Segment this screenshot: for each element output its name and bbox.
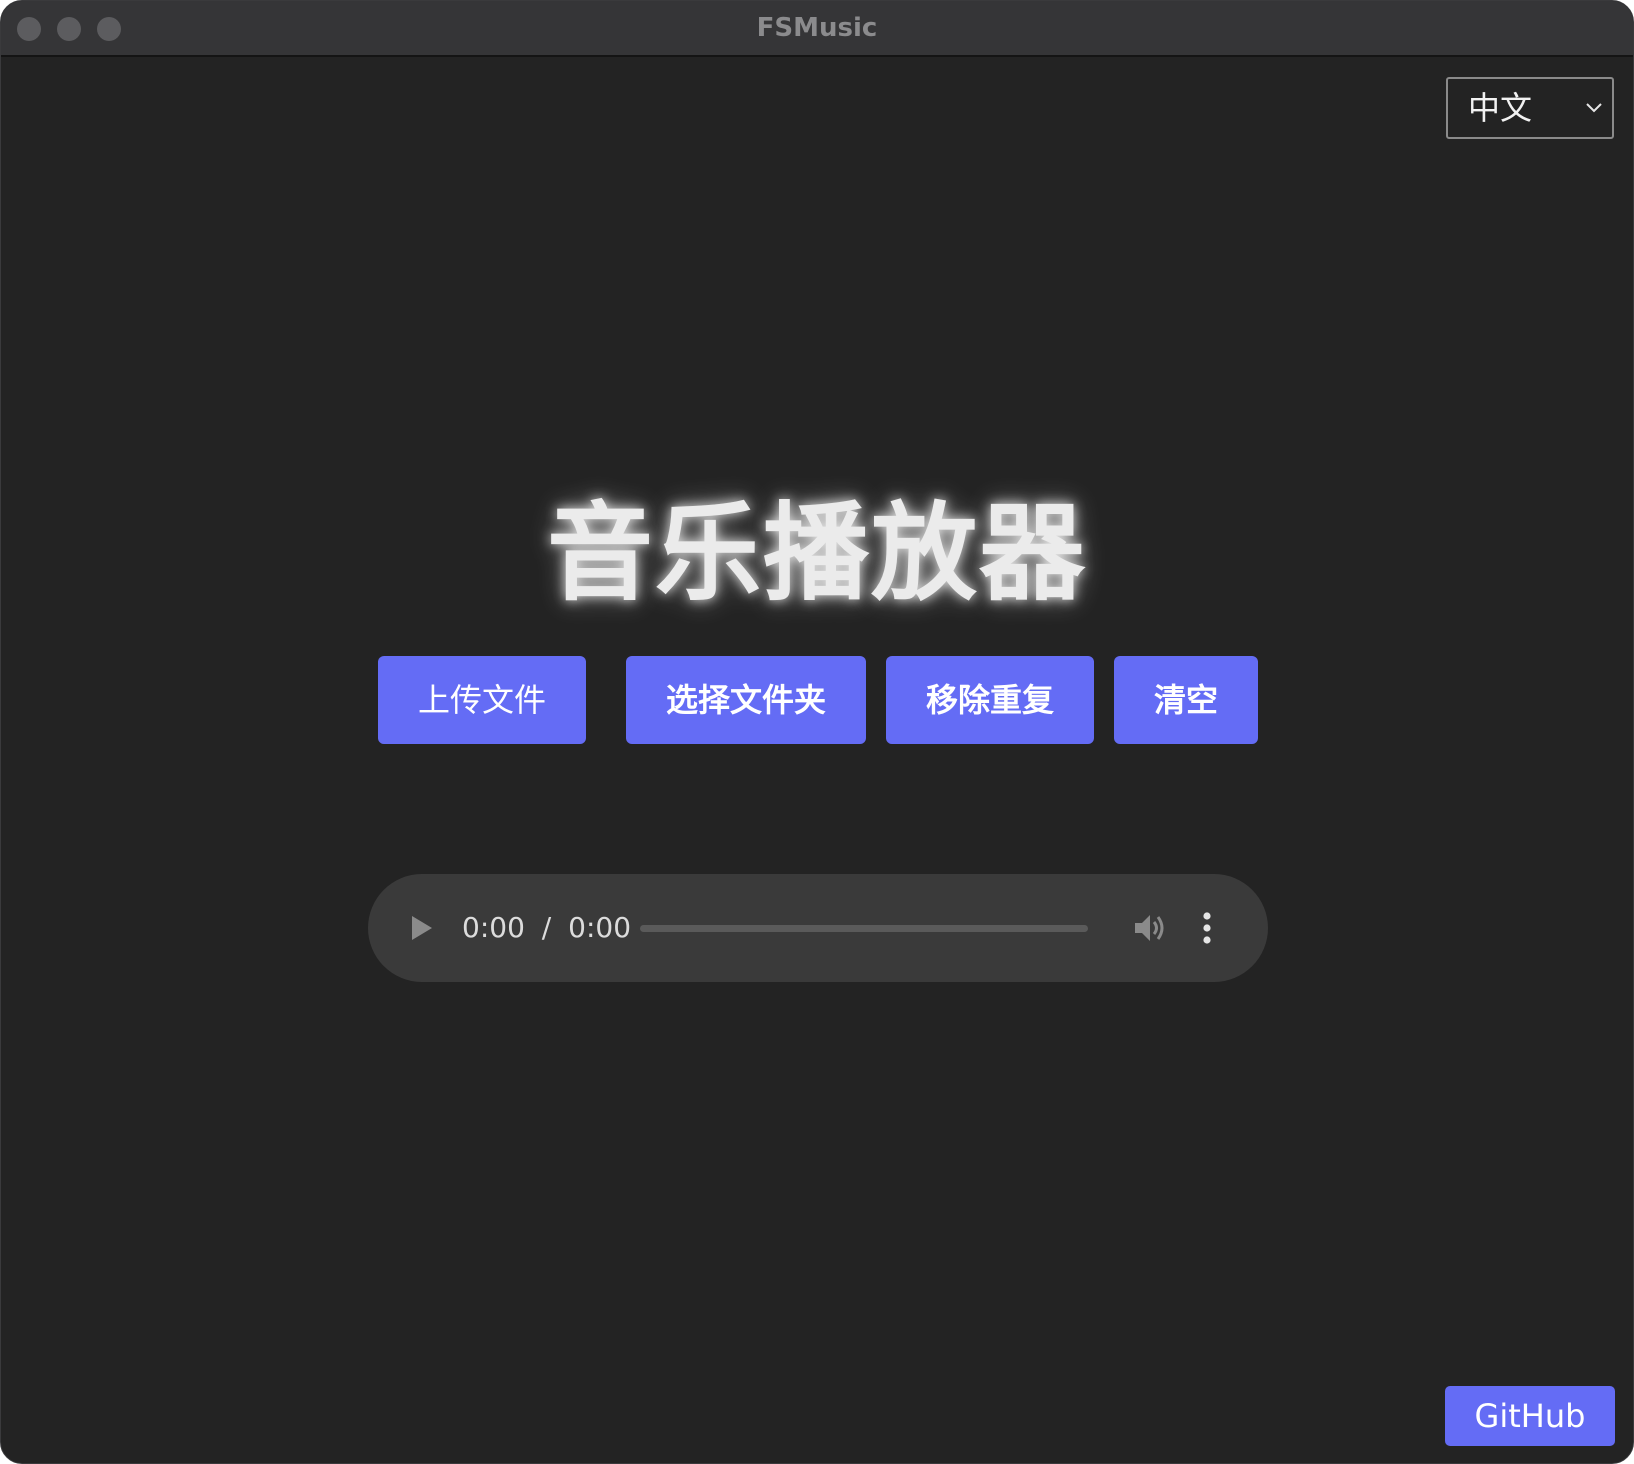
page-title: 音乐播放器 [547, 492, 1087, 615]
play-icon[interactable] [410, 914, 434, 942]
current-time: 0:00 [462, 911, 525, 944]
window-title: FSMusic [756, 13, 878, 43]
select-folder-button[interactable]: 选择文件夹 [626, 656, 866, 744]
duration: 0:00 [568, 911, 632, 944]
volume-icon[interactable] [1133, 912, 1167, 944]
remove-duplicates-button[interactable]: 移除重复 [886, 656, 1094, 744]
upload-files-button[interactable]: 上传文件 [378, 656, 586, 744]
title-bar: FSMusic [1, 1, 1633, 57]
audio-player: 0:00 / 0:00 [368, 874, 1268, 982]
clear-button[interactable]: 清空 [1114, 656, 1258, 744]
time-display: 0:00 / 0:00 [462, 874, 631, 982]
chevron-down-icon [1586, 103, 1602, 113]
language-select[interactable]: 中文 [1446, 77, 1614, 139]
progress-slider[interactable] [640, 925, 1088, 932]
github-button[interactable]: GitHub [1445, 1386, 1615, 1446]
app-window: FSMusic 中文 音乐播放器 上传文件 选择文件夹 移除重复 清空 0:00… [0, 0, 1634, 1464]
more-vertical-icon[interactable] [1202, 911, 1212, 945]
language-select-value: 中文 [1468, 89, 1533, 127]
time-separator: / [541, 911, 552, 944]
